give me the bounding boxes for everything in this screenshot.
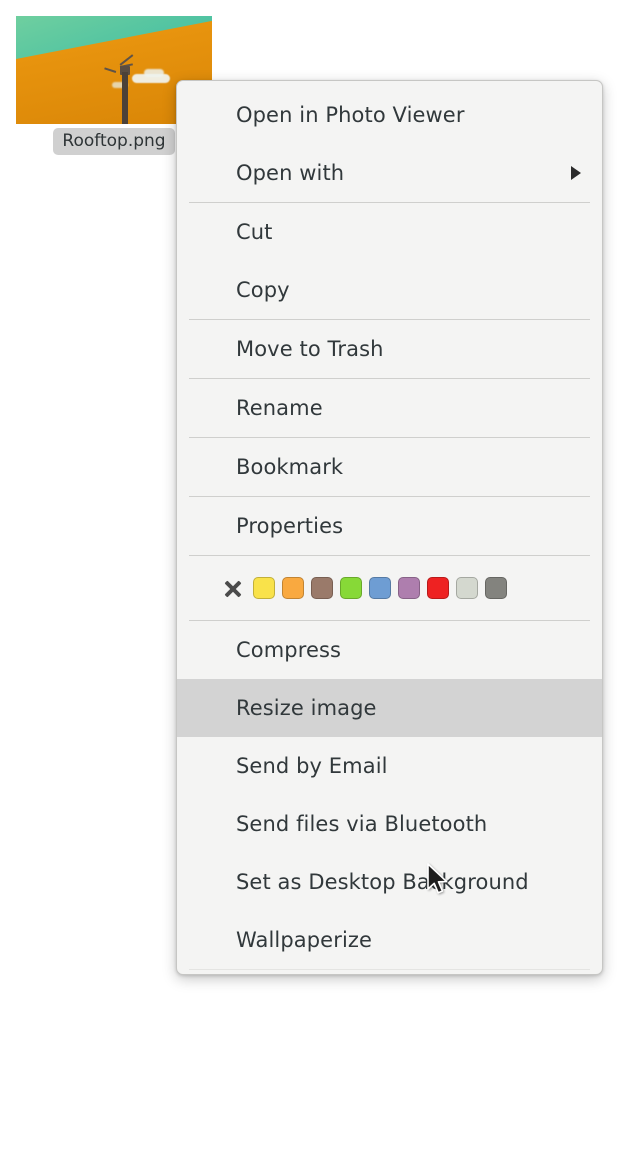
clear-color-icon[interactable] <box>222 577 244 599</box>
menu-item-label: Compress <box>236 638 342 662</box>
menu-item-label: Wallpaperize <box>236 928 373 952</box>
color-swatch-green[interactable] <box>340 577 362 599</box>
menu-item-label: Resize image <box>236 696 377 720</box>
menu-item-copy[interactable]: Copy <box>177 261 602 319</box>
menu-item-label: Send by Email <box>236 754 388 778</box>
desktop-background[interactable]: Rooftop.png Open in Photo Viewer Open wi… <box>0 0 642 1168</box>
file-name-label[interactable]: Rooftop.png <box>53 128 175 155</box>
color-swatch-red[interactable] <box>427 577 449 599</box>
color-swatch-dark-gray[interactable] <box>485 577 507 599</box>
menu-item-open-with[interactable]: Open with <box>177 144 602 202</box>
menu-item-wallpaperize[interactable]: Wallpaperize <box>177 911 602 969</box>
thumbnail-pole <box>122 72 128 124</box>
menu-item-label: Rename <box>236 396 323 420</box>
menu-item-send-by-email[interactable]: Send by Email <box>177 737 602 795</box>
menu-item-label: Properties <box>236 514 344 538</box>
menu-item-label: Move to Trash <box>236 337 384 361</box>
menu-item-bookmark[interactable]: Bookmark <box>177 438 602 496</box>
menu-item-compress[interactable]: Compress <box>177 621 602 679</box>
menu-item-set-as-desktop-background[interactable]: Set as Desktop Background <box>177 853 602 911</box>
menu-item-open-in-photo-viewer[interactable]: Open in Photo Viewer <box>177 86 602 144</box>
color-swatch-blue[interactable] <box>369 577 391 599</box>
color-swatch-purple[interactable] <box>398 577 420 599</box>
menu-item-label: Open in Photo Viewer <box>236 103 465 127</box>
color-swatch-yellow[interactable] <box>253 577 275 599</box>
menu-item-label: Open with <box>236 161 345 185</box>
menu-item-cut[interactable]: Cut <box>177 203 602 261</box>
menu-item-label: Bookmark <box>236 455 344 479</box>
color-tag-row[interactable] <box>177 556 602 620</box>
chevron-right-icon <box>571 166 581 180</box>
color-swatch-orange[interactable] <box>282 577 304 599</box>
menu-item-properties[interactable]: Properties <box>177 497 602 555</box>
menu-separator-bottom <box>189 969 590 970</box>
thumbnail-cloud-small <box>144 69 164 77</box>
color-swatch-brown[interactable] <box>311 577 333 599</box>
menu-item-resize-image[interactable]: Resize image <box>177 679 602 737</box>
menu-item-label: Send files via Bluetooth <box>236 812 488 836</box>
context-menu[interactable]: Open in Photo Viewer Open with Cut Copy … <box>176 80 603 975</box>
menu-item-rename[interactable]: Rename <box>177 379 602 437</box>
color-swatch-light-gray[interactable] <box>456 577 478 599</box>
menu-item-move-to-trash[interactable]: Move to Trash <box>177 320 602 378</box>
menu-item-label: Cut <box>236 220 273 244</box>
menu-item-label: Copy <box>236 278 290 302</box>
menu-item-label: Set as Desktop Background <box>236 870 529 894</box>
menu-item-send-files-via-bluetooth[interactable]: Send files via Bluetooth <box>177 795 602 853</box>
